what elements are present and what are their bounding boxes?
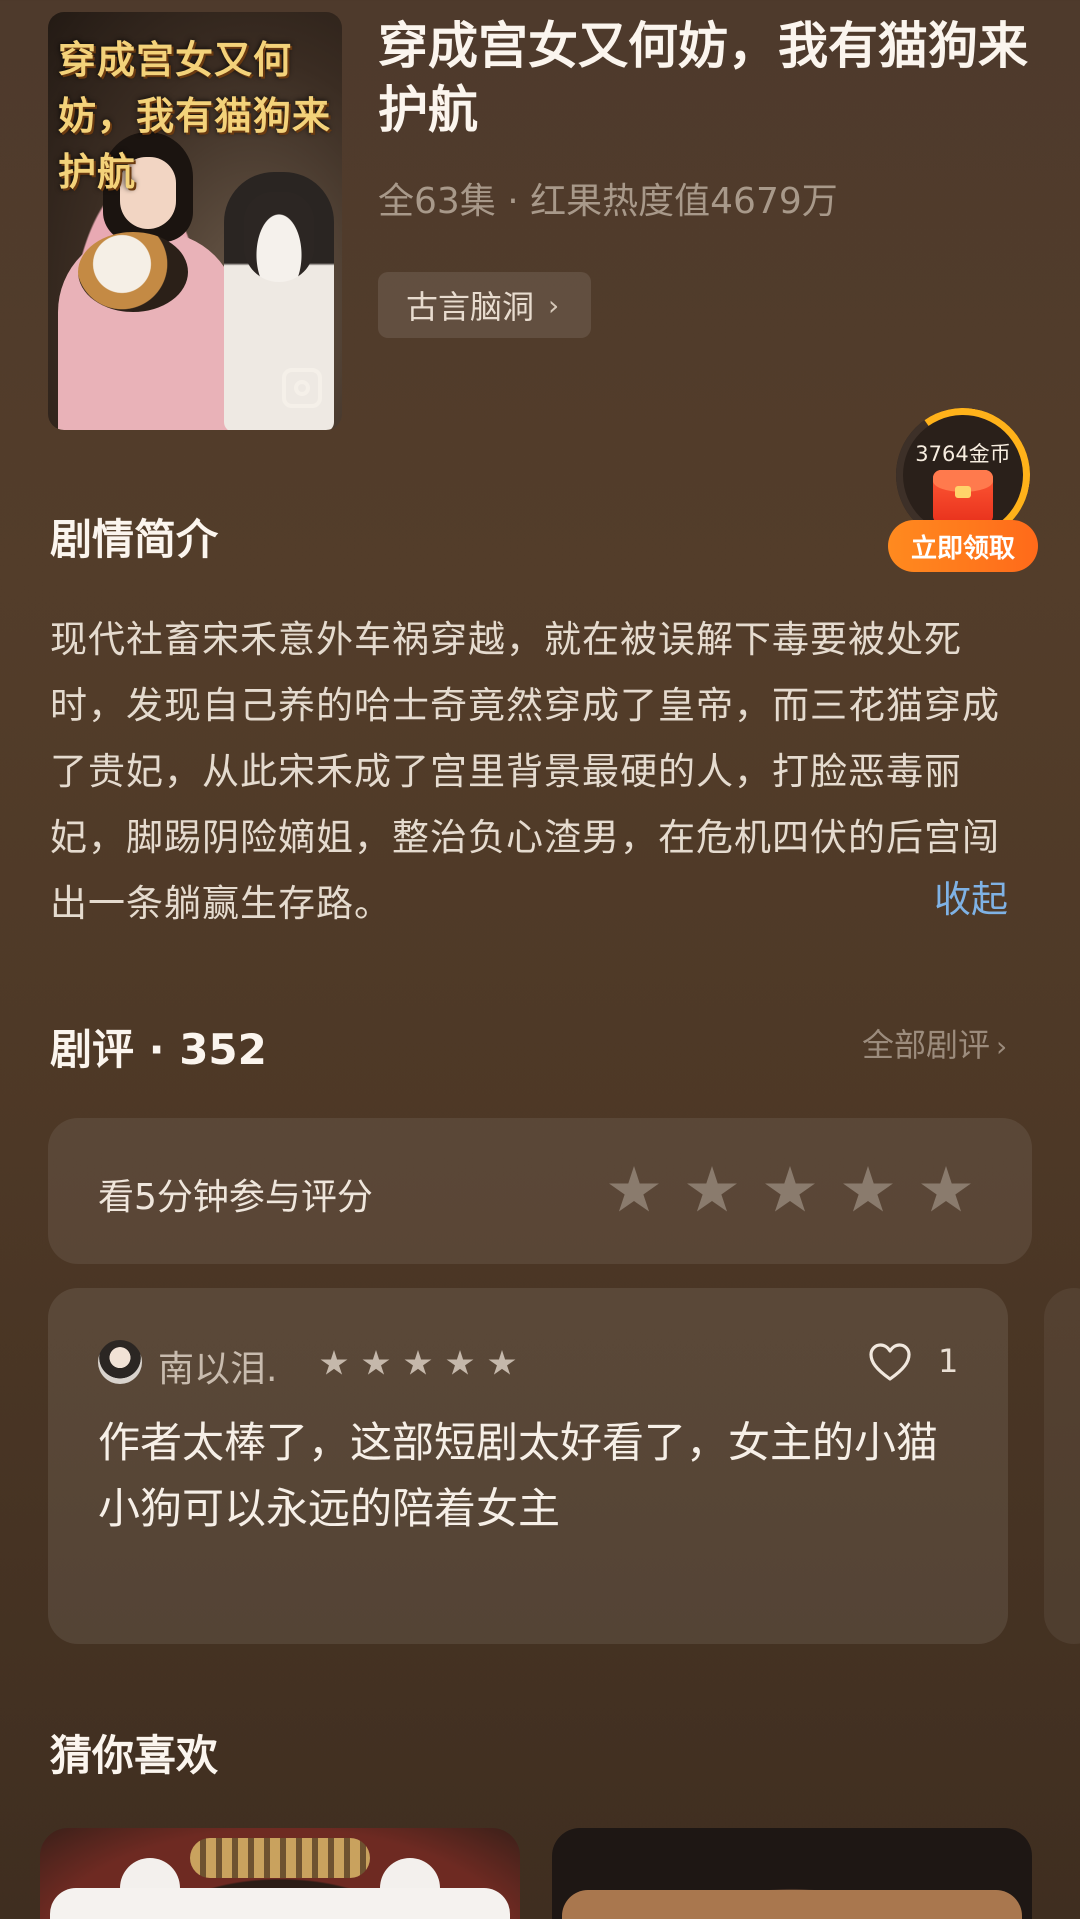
review-username[interactable]: 南以泪. [158,1340,277,1392]
poster-title: 穿成宫女又何妨，我有猫狗来护航 [58,37,332,194]
recommend-card[interactable] [40,1828,520,1919]
recommend-card-panel [50,1888,510,1919]
drama-meta: 全63集 · 红果热度值4679万 [378,181,838,222]
like-count: 1 [938,1342,959,1380]
coin-amount: 3764金币 [915,442,1011,466]
recommend-card-panel [562,1890,1022,1919]
all-reviews-link[interactable]: 全部剧评 › [862,1020,1007,1066]
star-icon [488,1350,516,1375]
rate-star-icon[interactable] [843,1166,893,1212]
rating-card: 看5分钟参与评分 [48,1118,1032,1264]
red-envelope-icon [933,470,993,524]
rate-star-icon[interactable] [921,1166,971,1212]
recommend-card[interactable] [552,1828,1032,1919]
avatar[interactable] [98,1340,142,1384]
star-icon [362,1350,390,1375]
chevron-right-icon: › [996,1030,1008,1063]
drama-title: 穿成宫女又何妨，我有猫狗来护航 [378,17,1028,139]
collapse-link[interactable]: 收起 [934,869,1008,923]
genre-tag[interactable]: 古言脑洞 › [378,272,592,338]
chevron-right-icon: › [548,288,560,322]
rating-prompt: 看5分钟参与评分 [98,1177,373,1218]
rate-star-icon[interactable] [765,1166,815,1212]
rate-star-icon[interactable] [609,1166,659,1212]
reviews-heading: 剧评 · 352 [50,1025,267,1074]
next-review-card[interactable] [1044,1288,1080,1644]
heart-icon[interactable] [868,1342,912,1382]
coin-reward-widget[interactable]: 3764金币 立即领取 [885,397,1041,578]
synopsis-text: 现代社畜宋禾意外车祸穿越，就在被误解下毒要被处死时，发现自己养的哈士奇竟然穿成了… [50,618,1000,925]
poster-cat [78,232,188,312]
synopsis-heading: 剧情简介 [50,515,219,564]
all-reviews-label: 全部剧评 [862,1026,991,1064]
star-icon [404,1350,432,1375]
review-text: 作者太棒了，这部短剧太好看了，女主的小猫小狗可以永远的陪着女主 [98,1418,939,1533]
recommend-heading: 猜你喜欢 [50,1731,219,1780]
recommend-thumbnail [190,1838,370,1878]
review-card[interactable]: 南以泪. 1 作者太棒了，这部短剧太好看了，女主的小猫小狗可以永远的陪着女主 [48,1288,1008,1644]
rate-star-icon[interactable] [687,1166,737,1212]
app-watermark-icon [282,368,322,408]
drama-poster[interactable]: 穿成宫女又何妨，我有猫狗来护航 [48,12,342,430]
poster-dog-face [244,192,314,282]
star-icon [320,1350,348,1375]
star-icon [446,1350,474,1375]
claim-button[interactable]: 立即领取 [888,520,1038,572]
genre-tag-label: 古言脑洞 [406,288,535,326]
